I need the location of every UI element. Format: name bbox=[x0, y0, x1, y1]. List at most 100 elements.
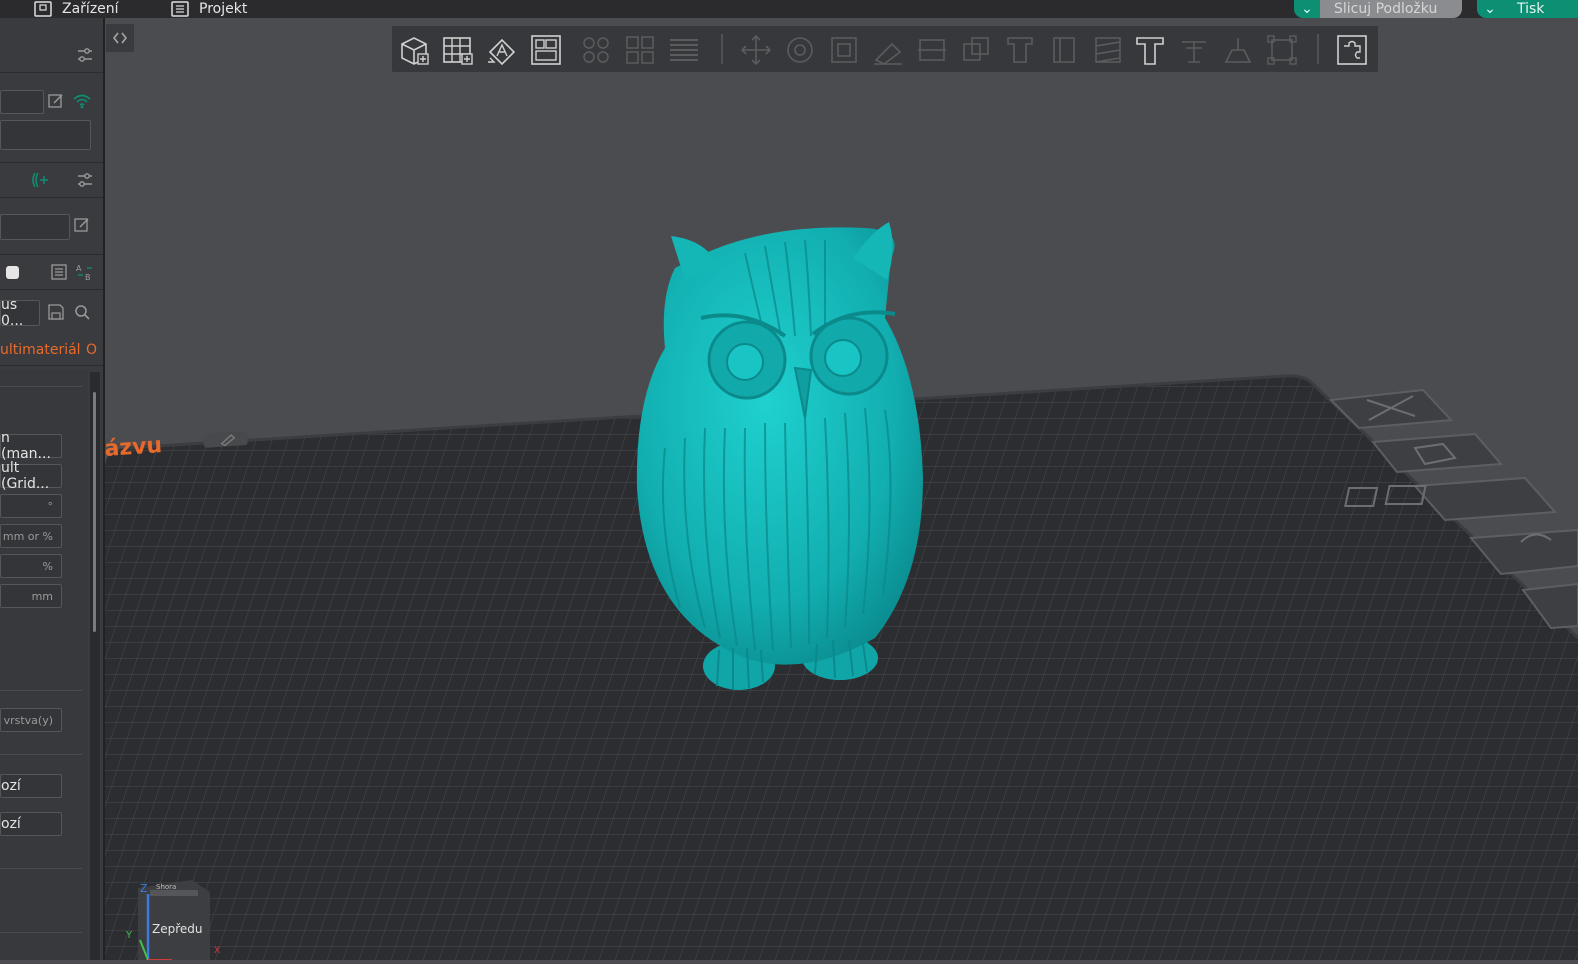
layers-unit: vrstva(y) bbox=[3, 713, 53, 727]
process-preset-label: us 0... bbox=[1, 297, 24, 329]
cube-top-label: Shora bbox=[156, 883, 177, 891]
print-button[interactable]: ⌄ Tisk bbox=[1477, 0, 1578, 18]
move-tool-button[interactable] bbox=[740, 34, 772, 66]
multimaterial-tab[interactable]: ultimateriál O bbox=[0, 342, 103, 364]
lay-on-face-button[interactable] bbox=[872, 34, 904, 66]
arrange-button[interactable] bbox=[530, 34, 562, 66]
percent-unit: % bbox=[42, 559, 53, 573]
percent-input[interactable]: % bbox=[0, 554, 62, 578]
seam-paint-button[interactable] bbox=[1048, 34, 1080, 66]
device-icon bbox=[34, 1, 52, 17]
arrange-icon bbox=[531, 35, 561, 65]
project-tab-label: Projekt bbox=[199, 1, 248, 17]
collapse-sidebar-button[interactable] bbox=[106, 24, 134, 52]
support-paint-icon bbox=[1007, 37, 1033, 63]
printer-section-header bbox=[0, 40, 103, 73]
pattern-select-1[interactable]: n (man... bbox=[0, 430, 62, 462]
slice-dropdown-chevron-icon[interactable]: ⌄ bbox=[1294, 0, 1320, 18]
printer-select[interactable] bbox=[0, 90, 44, 114]
distance-input[interactable]: mm or % bbox=[0, 524, 62, 548]
puzzle-icon bbox=[1337, 35, 1367, 65]
3d-viewport[interactable]: ázvu bbox=[104, 18, 1578, 960]
boolean-icon bbox=[963, 37, 989, 61]
angle-unit: ° bbox=[47, 499, 54, 513]
save-preset-icon[interactable] bbox=[47, 303, 65, 321]
process-compare-icon[interactable]: AB bbox=[76, 263, 94, 281]
measure-tool-button[interactable] bbox=[1178, 34, 1210, 66]
pattern-value-2: ult (Grid... bbox=[1, 460, 50, 492]
bounding-box-icon bbox=[1267, 35, 1297, 65]
filament-settings-icon[interactable] bbox=[76, 171, 94, 189]
distance-unit: mm or % bbox=[2, 529, 53, 543]
add-plate-button[interactable] bbox=[442, 34, 474, 66]
option-select-2[interactable]: ozí bbox=[0, 812, 62, 836]
z-axis-label: Z bbox=[140, 882, 148, 895]
plate-name: ázvu bbox=[105, 433, 163, 462]
add-filament-icon[interactable] bbox=[30, 171, 50, 189]
print-dropdown-chevron-icon[interactable]: ⌄ bbox=[1477, 0, 1503, 18]
add-cube-icon bbox=[401, 37, 429, 65]
split-objects-button[interactable] bbox=[580, 34, 612, 66]
plugin-button[interactable] bbox=[1336, 34, 1368, 66]
settings-list: n (man... ult (Grid... ° mm or % % mm vr… bbox=[0, 370, 88, 960]
support-paint-button[interactable] bbox=[1004, 34, 1036, 66]
toolbar-divider bbox=[721, 34, 723, 64]
split-parts-button[interactable] bbox=[624, 34, 656, 66]
slice-plate-button[interactable]: ⌄ Slicuj Podložku bbox=[1294, 0, 1462, 18]
search-icon[interactable] bbox=[73, 303, 91, 321]
project-tab[interactable]: Projekt bbox=[171, 0, 247, 18]
angle-input[interactable]: ° bbox=[0, 494, 62, 518]
process-list-icon[interactable] bbox=[50, 263, 68, 281]
settings-scrollbar-track[interactable] bbox=[90, 372, 100, 960]
option-value-2: ozí bbox=[1, 816, 21, 832]
text-tool-button[interactable] bbox=[1134, 34, 1166, 66]
lay-on-face-icon bbox=[874, 42, 902, 65]
scale-icon bbox=[831, 37, 857, 63]
mm-input[interactable]: mm bbox=[0, 584, 62, 608]
pattern-select-2[interactable]: ult (Grid... bbox=[0, 460, 62, 492]
settings-divider-5 bbox=[0, 932, 82, 933]
toolbar-divider-2 bbox=[1317, 34, 1319, 64]
printer-settings-icon[interactable] bbox=[76, 46, 94, 64]
print-label: Tisk bbox=[1503, 0, 1578, 18]
boolean-tool-button[interactable] bbox=[960, 34, 992, 66]
assembly-icon bbox=[1224, 38, 1252, 63]
layers-button[interactable] bbox=[668, 34, 700, 66]
filament-edit-icon[interactable] bbox=[73, 216, 91, 234]
filament-section-header bbox=[0, 162, 103, 198]
fuzzy-skin-button[interactable] bbox=[1092, 34, 1124, 66]
layers-input[interactable]: vrstva(y) bbox=[0, 708, 62, 732]
device-tab[interactable]: Zařízení bbox=[34, 0, 119, 18]
rotate-tool-button[interactable] bbox=[784, 34, 816, 66]
svg-text:A: A bbox=[76, 264, 82, 273]
auto-arrange-icon[interactable] bbox=[1371, 432, 1504, 474]
option-select-1[interactable]: ozí bbox=[0, 774, 62, 798]
process-section-header: AB bbox=[0, 254, 103, 290]
mm-unit: mm bbox=[31, 589, 53, 603]
process-preset-select[interactable]: us 0... bbox=[0, 297, 40, 329]
main-toolbar bbox=[392, 26, 1378, 72]
svg-text:B: B bbox=[85, 273, 91, 281]
cut-tool-button[interactable] bbox=[916, 34, 948, 66]
plate-type-select[interactable] bbox=[0, 120, 91, 150]
printer-edit-icon[interactable] bbox=[47, 92, 65, 110]
chevrons-icon bbox=[113, 32, 127, 44]
seam-paint-icon bbox=[1053, 37, 1075, 63]
process-toggle[interactable] bbox=[6, 266, 19, 279]
filament-select[interactable] bbox=[0, 214, 70, 240]
grid-plus-icon bbox=[443, 37, 473, 65]
settings-divider-3 bbox=[0, 754, 82, 755]
add-object-button[interactable] bbox=[398, 34, 430, 66]
settings-scrollbar-thumb[interactable] bbox=[93, 392, 96, 632]
pattern-value-1: n (man... bbox=[1, 430, 51, 462]
auto-orient-button[interactable] bbox=[486, 34, 518, 66]
x-axis-label: X bbox=[214, 946, 221, 956]
wifi-icon[interactable] bbox=[73, 92, 91, 110]
assembly-tool-button[interactable] bbox=[1222, 34, 1254, 66]
scene-svg: ázvu bbox=[104, 222, 1578, 960]
orientation-gizmo[interactable]: Z Shora Y Zepředu X bbox=[126, 880, 220, 961]
bounding-box-button[interactable] bbox=[1266, 34, 1298, 66]
orient-icon bbox=[488, 38, 516, 66]
scale-tool-button[interactable] bbox=[828, 34, 860, 66]
layers-icon bbox=[670, 39, 698, 61]
